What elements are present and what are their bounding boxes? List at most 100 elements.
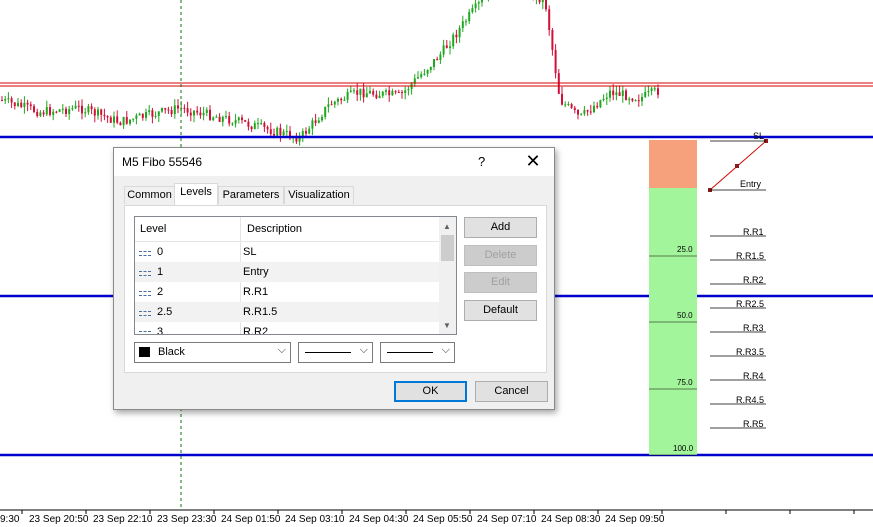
candle-body	[391, 91, 394, 96]
candle-body	[241, 117, 243, 121]
list-item[interactable]: 0 SL	[135, 242, 439, 262]
candle-body	[148, 110, 151, 113]
list-scrollbar[interactable]: ▲ ▼	[439, 217, 456, 334]
fibo-tp-zone[interactable]	[649, 188, 697, 455]
candle-body	[10, 98, 13, 103]
candle-body	[154, 115, 157, 117]
candle-body	[74, 105, 77, 109]
candle-body	[282, 131, 285, 136]
level-description: Entry	[243, 266, 269, 278]
fibo-sl-zone[interactable]	[649, 140, 697, 188]
time-label: 24 Sep 03:10	[285, 514, 345, 525]
tab-levels[interactable]: Levels	[174, 183, 218, 205]
cancel-button[interactable]: Cancel	[475, 381, 548, 402]
candle-body	[55, 111, 58, 113]
candle-body	[343, 99, 346, 101]
fibo-anchor-mid[interactable]	[735, 164, 739, 168]
candle-body	[353, 90, 355, 92]
list-item[interactable]: 2.5 R.R1.5	[135, 302, 439, 322]
scroll-thumb[interactable]	[441, 235, 454, 261]
candle-body	[173, 105, 176, 115]
candle-body	[119, 122, 122, 126]
candle-body	[349, 90, 352, 92]
candle-body	[4, 98, 7, 101]
candle-body	[599, 100, 602, 108]
add-button[interactable]: Add	[464, 217, 537, 238]
color-swatch	[139, 347, 150, 357]
candle-body	[218, 116, 221, 122]
list-item[interactable]: 2 R.R1	[135, 282, 439, 302]
line-style-icon	[139, 295, 151, 296]
fibo-label-rr3: R.R3	[743, 323, 764, 333]
line-width-select[interactable]: ⌵	[380, 342, 455, 363]
scroll-down-icon[interactable]: ▼	[443, 321, 451, 330]
fibo-label-rr2: R.R2	[743, 275, 764, 285]
candle-body	[356, 90, 359, 95]
candle-body	[1, 100, 3, 101]
delete-button[interactable]: Delete	[464, 245, 537, 266]
tab-parameters[interactable]: Parameters	[218, 186, 284, 204]
candle-body	[61, 108, 64, 110]
candle-body	[375, 94, 378, 99]
tab-common[interactable]: Common	[124, 186, 175, 204]
candle-body	[193, 110, 195, 116]
level-description: R.R1.5	[243, 306, 278, 318]
candle-body	[125, 116, 128, 124]
candle-body	[81, 105, 83, 114]
candle-body	[407, 89, 410, 91]
candle-body	[442, 45, 445, 55]
candle-body	[234, 120, 237, 124]
line-style-icon	[139, 271, 151, 272]
candle-body	[397, 91, 400, 93]
fibo-label-rr1: R.R1	[743, 227, 764, 237]
candle-body	[42, 112, 45, 115]
line-style-select[interactable]: ⌵	[298, 342, 373, 363]
candle-body	[657, 88, 659, 95]
candle-body	[561, 93, 563, 105]
scroll-up-icon[interactable]: ▲	[443, 222, 451, 231]
candle-body	[279, 127, 282, 136]
candle-body	[337, 98, 339, 102]
color-select[interactable]: Black ⌵	[134, 342, 291, 363]
tab-visualization[interactable]: Visualization	[284, 186, 354, 204]
fibo-label-rr4: R.R4	[743, 371, 764, 381]
candle-body	[36, 111, 39, 117]
list-item[interactable]: 1 Entry	[135, 262, 439, 282]
column-description[interactable]: Description	[247, 223, 302, 235]
candle-body	[573, 107, 576, 110]
candle-body	[225, 116, 227, 118]
column-level[interactable]: Level	[140, 223, 166, 235]
fibo-label-rr5: R.R5	[743, 419, 764, 429]
dialog-titlebar[interactable]: M5 Fibo 55546 ? ✕	[114, 148, 554, 176]
default-button[interactable]: Default	[464, 300, 537, 321]
level-value: 2	[157, 286, 164, 298]
candle-body	[340, 98, 343, 101]
candle-body	[455, 34, 458, 38]
candle-body	[263, 122, 266, 127]
candle-body	[311, 120, 314, 129]
candle-body	[20, 102, 23, 107]
line-style-preview	[305, 352, 351, 353]
candle-body	[551, 30, 554, 50]
close-icon[interactable]: ✕	[523, 151, 543, 171]
levels-list[interactable]: Level Description 0 SL 1 Entry 2 R.R1 2.…	[134, 216, 457, 335]
candle-body	[359, 88, 362, 95]
candle-body	[634, 100, 637, 102]
candle-body	[93, 109, 96, 116]
candle-body	[602, 98, 605, 101]
candle-body	[199, 112, 202, 116]
candle-body	[221, 116, 224, 122]
candle-body	[196, 110, 199, 113]
candle-body	[609, 90, 611, 98]
help-button[interactable]: ?	[478, 154, 485, 169]
chevron-down-icon: ⌵	[359, 344, 368, 356]
candle-body	[90, 106, 93, 110]
candle-body	[205, 109, 208, 113]
candle-body	[103, 114, 106, 117]
candle-body	[461, 21, 464, 29]
fibo-pct-50: 50.0	[677, 311, 693, 320]
candle-body	[417, 77, 419, 79]
ok-button[interactable]: OK	[394, 381, 467, 402]
list-item[interactable]: 3 R.R2	[135, 322, 439, 334]
edit-button[interactable]: Edit	[464, 272, 537, 293]
